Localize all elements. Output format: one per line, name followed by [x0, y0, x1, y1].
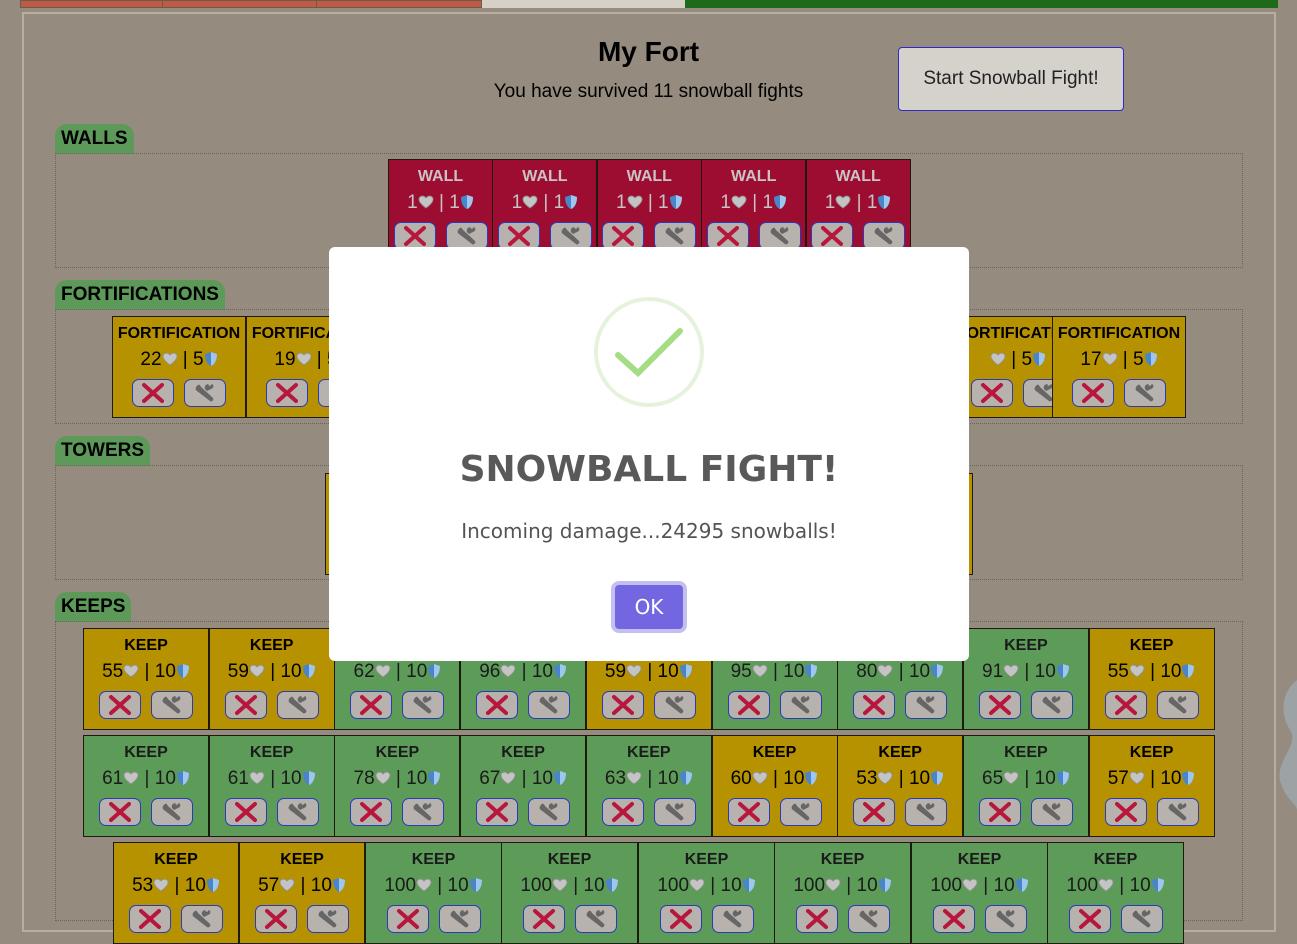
wrench-icon — [450, 910, 468, 928]
remove-x-icon — [669, 909, 692, 929]
dialog-message: Incoming damage...24295 snowballs! — [461, 519, 837, 543]
remove-x-icon — [805, 909, 828, 929]
wrench-icon — [996, 910, 1014, 928]
ok-button[interactable]: OK — [611, 581, 687, 633]
wrench-icon — [318, 910, 337, 928]
wrench-icon — [859, 910, 877, 928]
wrench-icon — [586, 910, 604, 928]
remove-x-icon — [532, 909, 555, 929]
snowball-fight-dialog: SNOWBALL FIGHT! Incoming damage...24295 … — [329, 247, 969, 661]
remove-x-icon — [265, 909, 287, 929]
remove-x-icon — [1078, 909, 1101, 929]
modal-overlay: SNOWBALL FIGHT! Incoming damage...24295 … — [0, 0, 1297, 911]
success-check-icon — [594, 297, 704, 407]
remove-x-icon — [139, 909, 161, 929]
wrench-icon — [192, 910, 211, 928]
wrench-icon — [1132, 910, 1150, 928]
wrench-icon — [723, 910, 741, 928]
remove-x-icon — [396, 909, 419, 929]
dialog-title: SNOWBALL FIGHT! — [459, 449, 839, 490]
remove-x-icon — [942, 909, 965, 929]
